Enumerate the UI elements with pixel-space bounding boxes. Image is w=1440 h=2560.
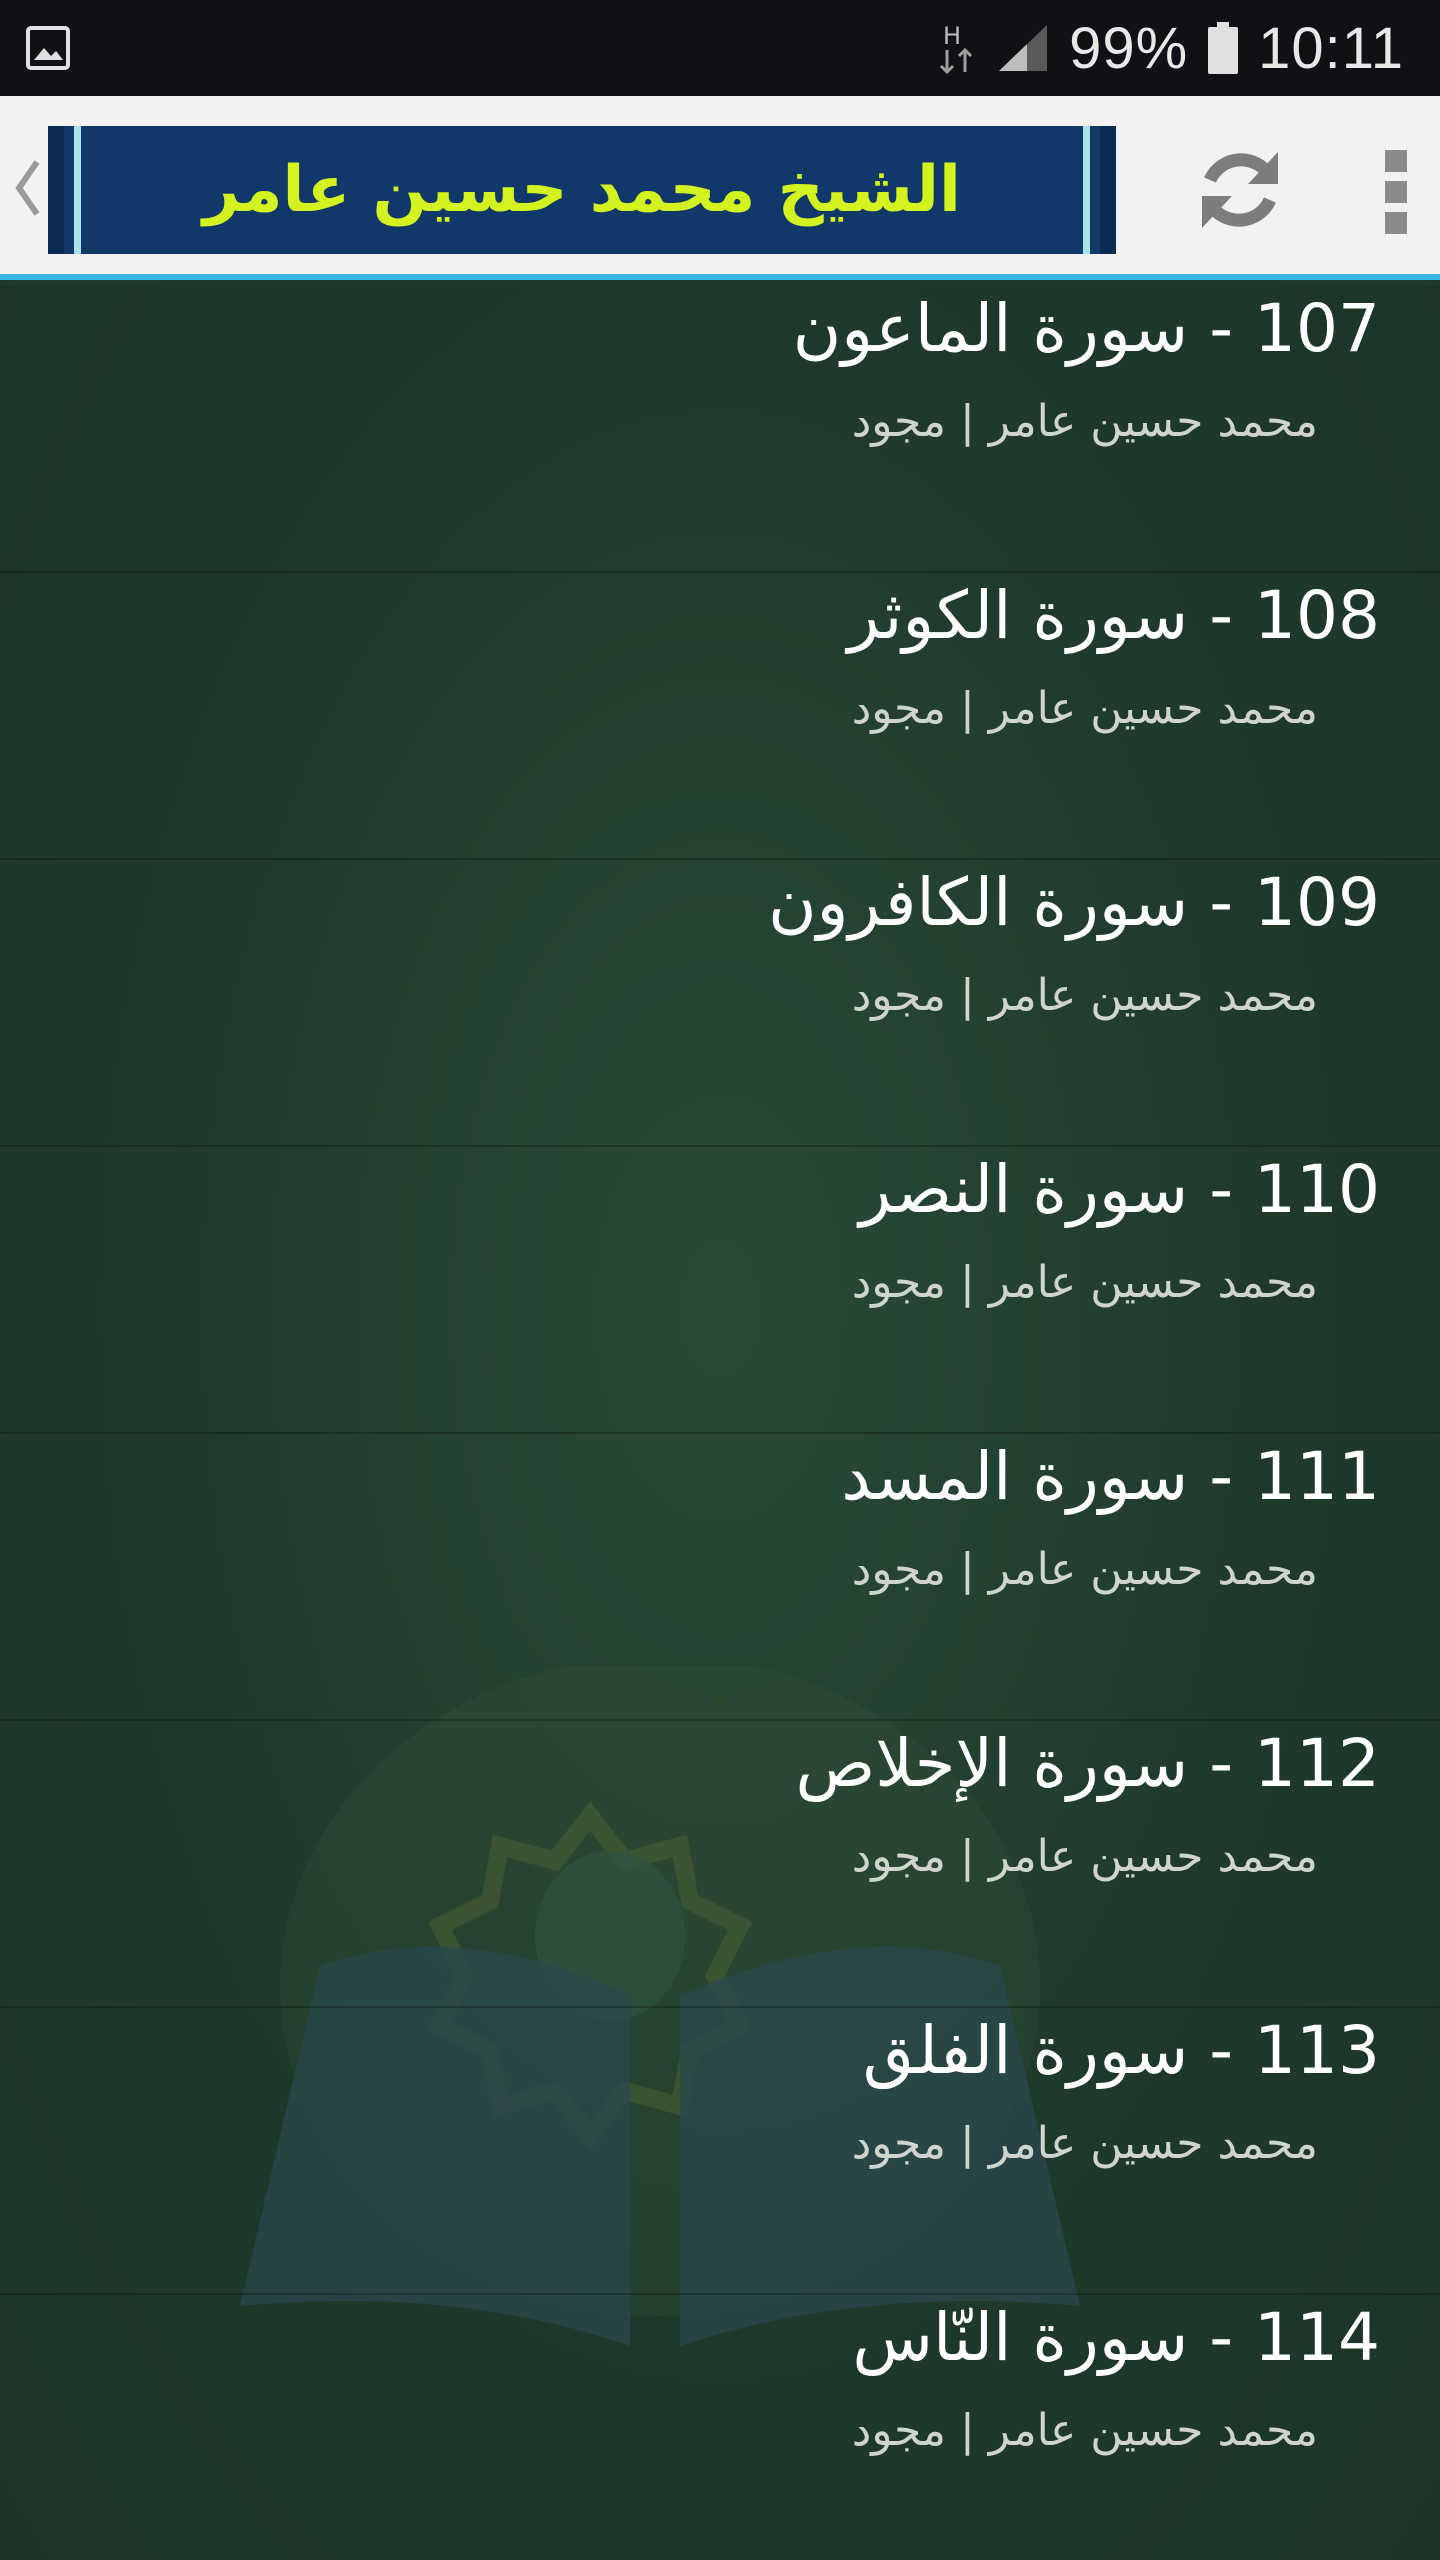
reciter-subtitle: محمد حسين عامر | مجود	[851, 396, 1318, 447]
reciter-subtitle: محمد حسين عامر | مجود	[851, 1257, 1318, 1308]
list-item[interactable]: 109 - سورة الكافرون محمد حسين عامر | مجو…	[0, 860, 1440, 1147]
reciter-subtitle: محمد حسين عامر | مجود	[851, 2405, 1318, 2456]
reciter-subtitle: محمد حسين عامر | مجود	[851, 2118, 1318, 2169]
surah-title: 108 - سورة الكوثر	[847, 577, 1380, 654]
status-right: H 99% 10:11	[937, 15, 1404, 82]
surah-title: 113 - سورة الفلق	[862, 2012, 1380, 2089]
surah-title: 112 - سورة الإخلاص	[795, 1725, 1380, 1802]
surah-list-screen: 107 - سورة الماعون محمد حسين عامر | مجود…	[0, 286, 1440, 2560]
surah-title: 110 - سورة النصر	[859, 1151, 1380, 1228]
surah-title: 107 - سورة الماعون	[792, 290, 1380, 367]
signal-icon	[999, 25, 1048, 71]
reciter-subtitle: محمد حسين عامر | مجود	[851, 1544, 1318, 1595]
surah-title: 114 - سورة النّاس	[852, 2299, 1380, 2376]
svg-text:H: H	[943, 22, 961, 50]
gallery-icon	[26, 26, 70, 70]
back-chevron-icon[interactable]	[8, 148, 48, 228]
list-item[interactable]: 111 - سورة المسد محمد حسين عامر | مجود	[0, 1434, 1440, 1721]
status-bar: H 99% 10:11	[0, 0, 1440, 96]
list-item[interactable]: 107 - سورة الماعون محمد حسين عامر | مجود	[0, 286, 1440, 573]
reciter-subtitle: محمد حسين عامر | مجود	[851, 970, 1318, 1021]
surah-title: 111 - سورة المسد	[841, 1438, 1380, 1515]
list-item[interactable]: 114 - سورة النّاس محمد حسين عامر | مجود	[0, 2295, 1440, 2560]
list-item[interactable]: 112 - سورة الإخلاص محمد حسين عامر | مجود	[0, 1721, 1440, 2008]
reciter-subtitle: محمد حسين عامر | مجود	[851, 1831, 1318, 1882]
reciter-subtitle: محمد حسين عامر | مجود	[851, 683, 1318, 734]
banner-title: الشيخ محمد حسين عامر	[203, 153, 961, 227]
clock: 10:11	[1258, 15, 1404, 81]
surah-title: 109 - سورة الكافرون	[768, 864, 1380, 941]
list-item[interactable]: 108 - سورة الكوثر محمد حسين عامر | مجود	[0, 573, 1440, 860]
overflow-menu-icon[interactable]	[1376, 148, 1416, 236]
reciter-banner: الشيخ محمد حسين عامر	[48, 126, 1116, 254]
list-item[interactable]: 113 - سورة الفلق محمد حسين عامر | مجود	[0, 2008, 1440, 2295]
refresh-icon[interactable]	[1190, 140, 1290, 240]
surah-list: 107 - سورة الماعون محمد حسين عامر | مجود…	[0, 286, 1440, 2560]
battery-icon	[1208, 22, 1239, 74]
network-icon: H	[940, 22, 973, 75]
battery-percent: 99%	[1069, 15, 1189, 81]
list-item[interactable]: 110 - سورة النصر محمد حسين عامر | مجود	[0, 1147, 1440, 1434]
app-bar: الشيخ محمد حسين عامر	[0, 96, 1440, 280]
